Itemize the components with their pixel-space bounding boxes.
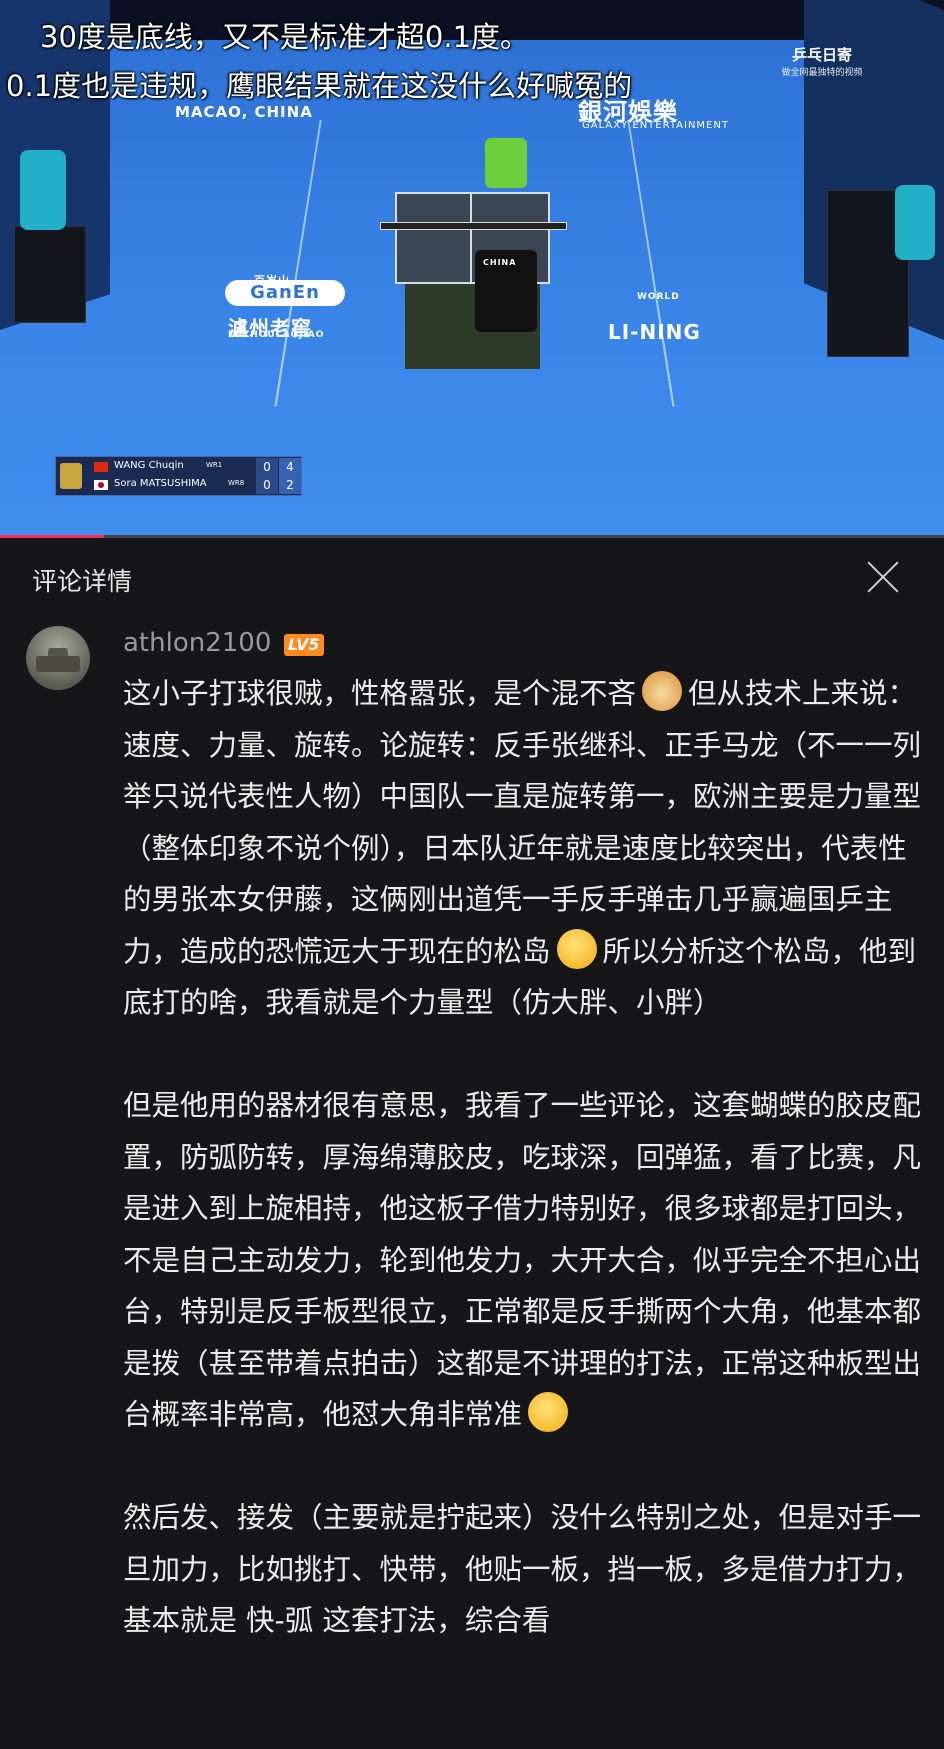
caption-line-2: 0.1度也是违规，鹰眼结果就在这没什么好喊冤的 bbox=[6, 69, 633, 103]
comment-text-2: 但是他用的器材很有意思，我看了一些评论，这套蝴蝶的胶皮配置，防弧防转，厚海绵薄胶… bbox=[123, 1089, 922, 1431]
player2-rank: WR8 bbox=[228, 479, 245, 487]
japan-flag-icon bbox=[94, 480, 108, 490]
player1-rank: WR1 bbox=[206, 461, 223, 469]
scoreboard-row-player2: Sora MATSUSHIMA WR8 0 2 bbox=[86, 476, 301, 494]
scoreboard: WANG Chuqin WR1 0 4 Sora MATSUSHIMA WR8 … bbox=[55, 456, 302, 496]
player-shirt-text: CHINA bbox=[483, 258, 517, 267]
sponsor-galaxy-en: GALAXY ENTERTAINMENT bbox=[582, 120, 729, 131]
doge-emoji-icon bbox=[642, 671, 683, 711]
panel-title: 评论详情 bbox=[32, 567, 133, 596]
comment-panel-header: 评论详情 bbox=[0, 538, 944, 618]
comment-paragraph-1: 这小子打球很贼，性格嚣张，是个混不吝 但从技术上来说：速度、力量、旋转。论旋转：反… bbox=[123, 668, 923, 1029]
player-far bbox=[485, 138, 527, 188]
smirk-emoji-icon bbox=[556, 928, 597, 969]
sponsor-lining: LI-NING bbox=[608, 320, 701, 344]
watermark-subtitle: 做全网最独特的视频 bbox=[781, 68, 863, 78]
scoreboard-row-player1: WANG Chuqin WR1 0 4 bbox=[86, 458, 301, 476]
channel-watermark: 乒乓日寄 做全网最独特的视频 bbox=[762, 44, 882, 78]
comment-username[interactable]: athlon2100 bbox=[123, 628, 271, 658]
event-logo-icon bbox=[60, 463, 82, 489]
caption-line-1: 30度是底线，又不是标准才超0.1度。 bbox=[40, 20, 530, 54]
umpire-left bbox=[20, 150, 66, 230]
table-centre-line bbox=[470, 192, 472, 284]
watermark-title: 乒乓日寄 bbox=[791, 46, 852, 64]
player2-name: Sora MATSUSHIMA bbox=[114, 478, 207, 489]
video-player[interactable]: MACAO, CHINA 銀河娛樂 GALAXY ENTERTAINMENT G… bbox=[0, 0, 944, 538]
umpire-desk-left bbox=[14, 226, 86, 323]
table-net bbox=[380, 222, 567, 230]
sponsor-luzhou-en: LUZHOULAOJIAO bbox=[228, 330, 325, 340]
player1-games: 0 bbox=[256, 458, 278, 476]
sponsor-wtt-world: WORLD bbox=[637, 292, 680, 302]
comment-text-1b: 但从技术上来说：速度、力量、旋转。论旋转：反手张继科、正手马龙（不一一列举只说代… bbox=[123, 677, 922, 968]
player2-games: 0 bbox=[256, 476, 278, 494]
umpire-right bbox=[895, 185, 935, 260]
player1-points: 4 bbox=[279, 458, 301, 476]
comment-paragraph-3: 然后发、接发（主要就是拧起来）没什么特别之处，但是对手一旦加力，比如挑打、快带，… bbox=[123, 1492, 923, 1647]
venue-text: MACAO, CHINA bbox=[175, 103, 313, 121]
comment-paragraph-2: 但是他用的器材很有意思，我看了一些评论，这套蝴蝶的胶皮配置，防弧防转，厚海绵薄胶… bbox=[123, 1080, 923, 1441]
avatar[interactable] bbox=[26, 626, 90, 690]
china-flag-icon bbox=[94, 462, 108, 472]
player-near: CHINA bbox=[475, 250, 537, 332]
sponsor-ganen-cn: 百岁山 bbox=[254, 274, 290, 287]
shocked-emoji-icon bbox=[528, 1392, 569, 1432]
player1-name: WANG Chuqin bbox=[114, 460, 184, 471]
comment-body: 这小子打球很贼，性格嚣张，是个混不吝 但从技术上来说：速度、力量、旋转。论旋转：反… bbox=[123, 668, 923, 1698]
comment-text-1a: 这小子打球很贼，性格嚣张，是个混不吝 bbox=[123, 677, 637, 710]
player2-points: 2 bbox=[279, 476, 301, 494]
comment-text-3: 然后发、接发（主要就是拧起来）没什么特别之处，但是对手一旦加力，比如挑打、快带，… bbox=[123, 1501, 922, 1637]
level-badge: LV5 bbox=[284, 634, 324, 656]
close-icon[interactable] bbox=[862, 556, 904, 598]
